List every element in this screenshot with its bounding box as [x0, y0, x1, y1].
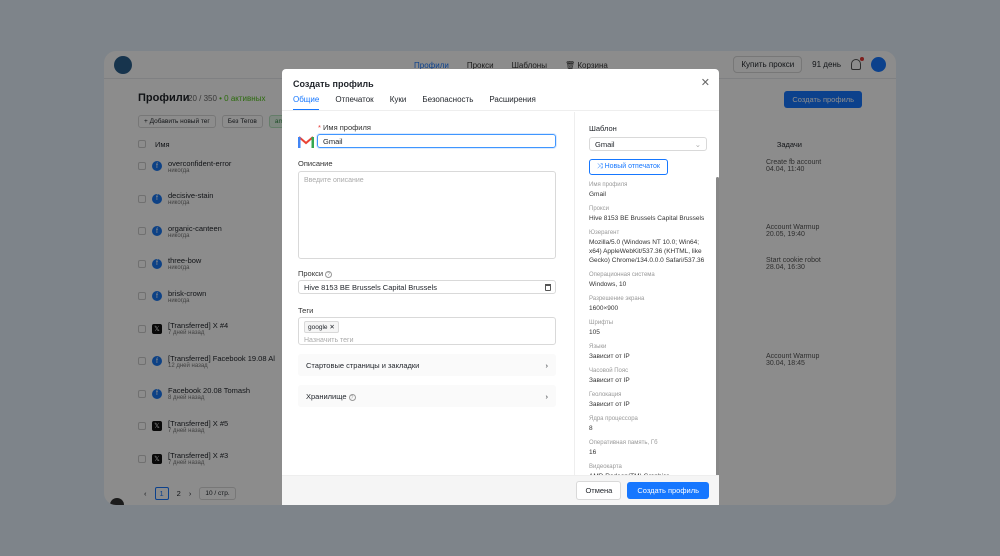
summary-key: Языки	[589, 344, 607, 350]
close-icon[interactable]: ✕	[701, 76, 710, 89]
summary-value: Gmail	[589, 191, 606, 198]
tab-cookies[interactable]: Куки	[390, 95, 407, 111]
tab-general[interactable]: Общие	[293, 95, 320, 111]
summary-value: Mozilla/5.0 (Windows NT 10.0; Win64; x64…	[589, 239, 705, 264]
tag-chip: google ✕	[304, 321, 339, 333]
storage-collapse[interactable]: Хранилище? ›	[298, 385, 556, 407]
proxy-label: Прокси?	[298, 269, 333, 278]
help-icon[interactable]: ?	[348, 393, 356, 401]
create-profile-modal: Создать профиль ✕ Общие Отпечаток Куки Б…	[282, 69, 719, 505]
summary-key: Юзерагент	[589, 230, 620, 236]
modal-tabs: Общие Отпечаток Куки Безопасность Расшир…	[293, 95, 536, 111]
profile-name-label: Имя профиля	[318, 123, 371, 132]
tags-input[interactable]: google ✕ Назначить теги	[298, 317, 556, 345]
summary-value: Windows, 10	[589, 281, 627, 288]
description-label: Описание	[298, 159, 333, 168]
template-value: Gmail	[595, 139, 615, 149]
chevron-right-icon: ›	[545, 391, 549, 401]
summary-key: Операционная система	[589, 272, 655, 278]
new-fingerprint-button[interactable]: ⤨ Новый отпечаток	[589, 159, 668, 175]
summary-key: Ядра процессора	[589, 416, 638, 422]
modal-title: Создать профиль	[293, 79, 374, 89]
gmail-icon	[298, 136, 314, 148]
summary-value: 16	[589, 449, 597, 456]
close-icon[interactable]: ✕	[329, 324, 334, 331]
profile-name-input[interactable]: Gmail	[317, 134, 556, 148]
help-icon[interactable]: ?	[325, 271, 333, 278]
description-textarea[interactable]: Введите описание	[298, 171, 556, 259]
start-pages-collapse[interactable]: Стартовые страницы и закладки ›	[298, 354, 556, 376]
tab-fingerprint[interactable]: Отпечаток	[335, 95, 373, 111]
create-profile-button[interactable]: Создать профиль	[627, 482, 709, 499]
tags-label: Теги	[298, 306, 314, 315]
summary-key: Прокси	[589, 206, 610, 212]
summary-key: Шрифты	[589, 320, 614, 326]
storage-label: Хранилище	[306, 391, 347, 401]
new-fingerprint-label: Новый отпечаток	[604, 163, 660, 170]
tab-security[interactable]: Безопасность	[422, 95, 473, 111]
scrollbar[interactable]	[716, 177, 719, 477]
summary-value: 105	[589, 329, 600, 336]
summary-value: Зависит от IP	[589, 377, 630, 384]
proxy-field[interactable]: Hive 8153 BE Brussels Capital Brussels	[298, 280, 556, 294]
summary-key: Геолокация	[589, 392, 622, 398]
summary-key: Имя профиля	[589, 182, 628, 188]
template-label: Шаблон	[589, 124, 617, 133]
tabs-divider	[282, 110, 719, 111]
summary-key: Оперативная память, Гб	[589, 440, 658, 446]
chevron-right-icon: ›	[545, 360, 549, 370]
start-pages-label: Стартовые страницы и закладки	[306, 360, 420, 370]
chevron-down-icon: ⌄	[694, 139, 701, 149]
proxy-value: Hive 8153 BE Brussels Capital Brussels	[304, 282, 437, 292]
tab-extensions[interactable]: Расширения	[489, 95, 536, 111]
cancel-button[interactable]: Отмена	[576, 481, 622, 500]
summary-key: Часовой Пояс	[589, 368, 629, 374]
summary-value: 1600×900	[589, 305, 619, 312]
summary-value: Зависит от IP	[589, 401, 630, 408]
summary-value: Зависит от IP	[589, 353, 630, 360]
summary-key: Разрешение экрана	[589, 296, 645, 302]
template-select[interactable]: Gmail ⌄	[589, 137, 707, 151]
tags-placeholder: Назначить теги	[304, 337, 354, 344]
proxy-label-text: Прокси	[298, 269, 324, 278]
summary-value: 8	[589, 425, 593, 432]
shuffle-icon: ⤨	[597, 163, 603, 170]
profile-summary-panel: Шаблон Gmail ⌄ ⤨ Новый отпечаток Имя проф…	[574, 112, 719, 475]
trash-icon[interactable]	[545, 284, 551, 291]
summary-value: Hive 8153 BE Brussels Capital Brussels	[589, 215, 705, 222]
tag-chip-label: google	[308, 324, 328, 331]
summary-key: Видеокарта	[589, 464, 622, 470]
modal-footer: Отмена Создать профиль	[282, 475, 719, 505]
